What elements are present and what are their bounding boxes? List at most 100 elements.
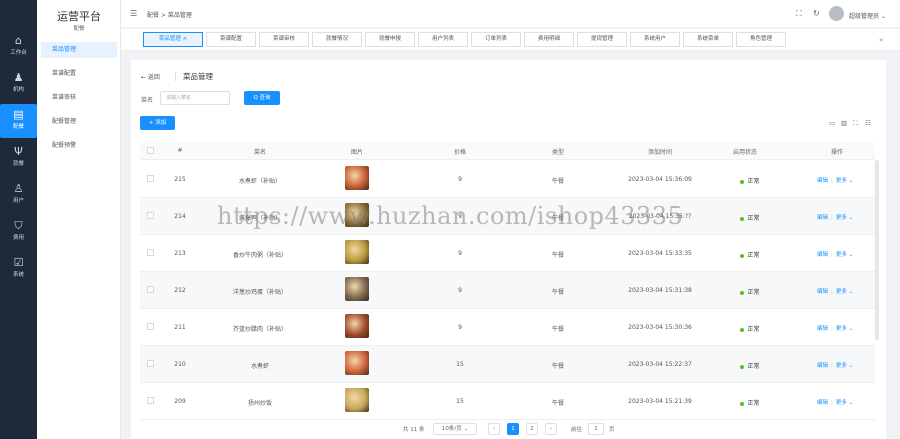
table-scrollbar[interactable] (875, 160, 879, 340)
edit-link[interactable]: 编辑 (817, 289, 828, 295)
rail-item-user[interactable]: ♙ 用户 (0, 178, 37, 212)
edit-link[interactable]: 编辑 (817, 252, 828, 258)
system-icon: ☑ (13, 256, 24, 269)
goto-page-input[interactable]: 1 (588, 423, 604, 435)
row-checkbox[interactable] (147, 286, 154, 293)
tab[interactable]: 菜谱配置 (206, 32, 256, 47)
dish-thumbnail[interactable] (345, 351, 369, 375)
brand-title: 运营平台 (57, 10, 101, 23)
col-price: 价格 (453, 149, 466, 156)
col-image: 图片 (350, 149, 363, 156)
table-row[interactable]: 211 芥蓝炒腊肉（补贴） 9 午餐 2023-03-04 15:30:36 正常 编辑 | 更… (140, 309, 875, 346)
tab[interactable]: 系统菜单 (683, 32, 733, 47)
page-size-select[interactable]: 10条/页 ⌄ (433, 423, 477, 435)
edit-link[interactable]: 编辑 (817, 178, 828, 184)
row-id: 209 (174, 398, 186, 405)
more-dropdown[interactable]: 更多 ⌄ (836, 363, 853, 369)
refresh-icon[interactable]: ↻ (813, 9, 820, 18)
row-id: 214 (174, 213, 186, 220)
page-button[interactable]: 1 (507, 423, 519, 435)
row-status: 正常 (730, 176, 770, 185)
dish-thumbnail[interactable] (345, 314, 369, 338)
row-type: 午餐 (551, 289, 564, 296)
table-row[interactable]: 209 扬州炒饭 15 午餐 2023-03-04 15:21:39 正常 编辑 | 更多 ⌄ (140, 383, 875, 420)
tab[interactable]: 菜谱审核 (259, 32, 309, 47)
more-dropdown[interactable]: 更多 ⌄ (836, 289, 853, 295)
next-page-button[interactable]: › (545, 423, 557, 435)
filter-label: 菜名 (141, 97, 154, 104)
page-button[interactable]: 2 (526, 423, 538, 435)
back-button[interactable]: ← 返回 (141, 72, 160, 81)
row-checkbox[interactable] (147, 212, 154, 219)
density-icon[interactable]: ▭ (829, 119, 835, 127)
row-price: 9 (458, 287, 462, 294)
more-dropdown[interactable]: 更多 ⌄ (836, 400, 853, 406)
dish-thumbnail[interactable] (345, 166, 369, 190)
rail-item-delivery[interactable]: ▤ 配餐 (0, 104, 37, 138)
search-button[interactable]: Q 查询 (244, 91, 280, 105)
tab[interactable]: 就餐情况 (312, 32, 362, 47)
row-checkbox[interactable] (147, 249, 154, 256)
rail-item-org[interactable]: ♟ 机构 (0, 67, 37, 101)
edit-link[interactable]: 编辑 (817, 363, 828, 369)
fullscreen-icon[interactable]: ⛶ (796, 9, 802, 19)
status-text: 正常 (747, 289, 760, 296)
tabs-more-icon[interactable]: » (879, 36, 883, 44)
edit-link[interactable]: 编辑 (817, 215, 828, 221)
row-price: 9 (458, 250, 462, 257)
dish-thumbnail[interactable] (345, 388, 369, 412)
edit-link[interactable]: 编辑 (817, 326, 828, 332)
tab[interactable]: 费用明细 (524, 32, 574, 47)
row-type: 午餐 (551, 326, 564, 333)
table-row[interactable]: 215 水煮虾（补贴） 9 午餐 2023-03-04 15:36:09 正常 编辑 | 更多 … (140, 161, 875, 198)
rail-item-dining[interactable]: Ψ 就餐 (0, 141, 37, 175)
row-id: 212 (174, 287, 186, 294)
more-dropdown[interactable]: 更多 ⌄ (836, 252, 853, 258)
prev-page-button[interactable]: ‹ (488, 423, 500, 435)
rail-item-home[interactable]: ⌂ 工作台 (0, 30, 37, 64)
row-price: 15 (456, 361, 464, 368)
sidebar-item[interactable]: 菜品管理 (41, 42, 117, 58)
row-checkbox[interactable] (147, 360, 154, 367)
dish-thumbnail[interactable] (345, 277, 369, 301)
more-dropdown[interactable]: 更多 ⌄ (836, 215, 853, 221)
edit-link[interactable]: 编辑 (817, 400, 828, 406)
tab[interactable]: 用户列表 (418, 32, 468, 47)
export-icon[interactable]: ▥ (841, 119, 847, 127)
table-row[interactable]: 212 洋葱炒鸡蛋（补贴） 9 午餐 2023-03-04 15:31:38 正常 编辑 | 更… (140, 272, 875, 309)
action-separator: | (831, 178, 833, 184)
more-dropdown[interactable]: 更多 ⌄ (836, 178, 853, 184)
rail-item-shield[interactable]: ⛉ 费用 (0, 215, 37, 249)
menu-fold-icon[interactable]: ☰ (130, 9, 137, 18)
avatar[interactable] (829, 6, 844, 21)
more-dropdown[interactable]: 更多 ⌄ (836, 326, 853, 332)
row-dish-name: 水煮虾 (250, 363, 269, 370)
tab[interactable]: 系统用户 (630, 32, 680, 47)
columns-setting-icon[interactable]: ☷ (865, 119, 871, 127)
row-actions: 编辑 | 更多 ⌄ (817, 213, 853, 221)
status-text: 正常 (747, 363, 760, 370)
username-dropdown[interactable]: 超级管理员 ⌄ (849, 11, 886, 20)
row-checkbox[interactable] (147, 175, 154, 182)
rail-item-system[interactable]: ☑ 系统 (0, 252, 37, 286)
tab[interactable]: 角色管理 (736, 32, 786, 47)
row-checkbox[interactable] (147, 323, 154, 330)
tab[interactable]: 菜品管理 × (143, 32, 203, 47)
table-row[interactable]: 213 香炒牛肉粥（补贴） 9 午餐 2023-03-04 15:33:35 正常 编辑 | 更… (140, 235, 875, 272)
dish-thumbnail[interactable] (345, 240, 369, 264)
tab[interactable]: 就餐申报 (365, 32, 415, 47)
fullscreen-table-icon[interactable]: ⛶ (853, 119, 858, 128)
add-button[interactable]: + 添加 (140, 116, 175, 130)
table-row[interactable]: 210 水煮虾 15 午餐 2023-03-04 15:22:37 正常 编辑 | 更多 ⌄ (140, 346, 875, 383)
select-all-checkbox[interactable] (147, 147, 154, 154)
row-status: 正常 (730, 287, 770, 296)
sidebar-item[interactable]: 菜谱审核 (41, 90, 117, 106)
col-status: 启用状态 (732, 149, 757, 156)
row-checkbox[interactable] (147, 397, 154, 404)
tab[interactable]: 提现管理 (577, 32, 627, 47)
tab[interactable]: 订单列表 (471, 32, 521, 47)
sidebar-item[interactable]: 菜谱配置 (41, 66, 117, 82)
sidebar-item[interactable]: 配餐预警 (41, 138, 117, 154)
dish-name-input[interactable]: 请输入菜名 (160, 91, 230, 105)
sidebar-item[interactable]: 配餐管理 (41, 114, 117, 130)
